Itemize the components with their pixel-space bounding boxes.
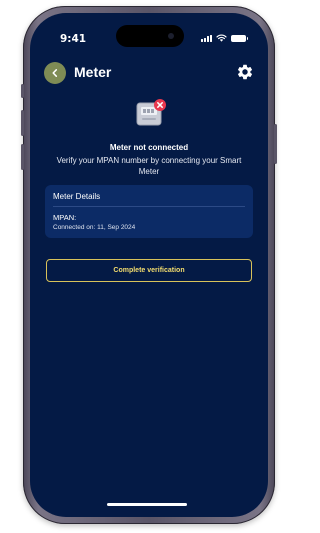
status-time: 9:41 — [60, 33, 87, 45]
meter-details-card: Meter Details MPAN: Connected on: 11, Se… — [45, 185, 253, 238]
chevron-left-icon — [52, 69, 58, 77]
status-bar: 9:41 — [30, 13, 268, 53]
meter-details-title: Meter Details — [53, 192, 101, 201]
meter-status-heading: Meter not connected — [109, 143, 189, 152]
mpan-label: MPAN: — [53, 213, 77, 222]
app-screen: 9:41 Meter Meter not connected Verify yo… — [30, 13, 268, 517]
meter-disconnected-icon — [136, 99, 166, 126]
connected-on-date: Connected on: 11, Sep 2024 — [53, 224, 136, 231]
meter-status-message: Verify your MPAN number by connecting yo… — [56, 156, 242, 176]
settings-button[interactable] — [235, 62, 255, 82]
silent-switch — [21, 84, 24, 98]
status-icons — [201, 34, 248, 42]
back-button[interactable] — [44, 62, 66, 84]
signal-icon — [201, 34, 212, 42]
home-indicator[interactable] — [107, 503, 187, 506]
volume-up-button — [21, 110, 24, 136]
complete-verification-button[interactable]: Complete verification — [46, 259, 252, 282]
wifi-icon — [216, 34, 227, 42]
gear-icon — [237, 64, 253, 80]
divider — [53, 206, 245, 207]
page-title: Meter — [74, 64, 112, 80]
dynamic-island — [116, 25, 184, 47]
power-button — [274, 124, 277, 164]
volume-down-button — [21, 144, 24, 170]
camera-icon — [168, 33, 174, 39]
phone-frame: 9:41 Meter Meter not connected Verify yo… — [21, 6, 277, 524]
battery-icon — [231, 34, 248, 42]
